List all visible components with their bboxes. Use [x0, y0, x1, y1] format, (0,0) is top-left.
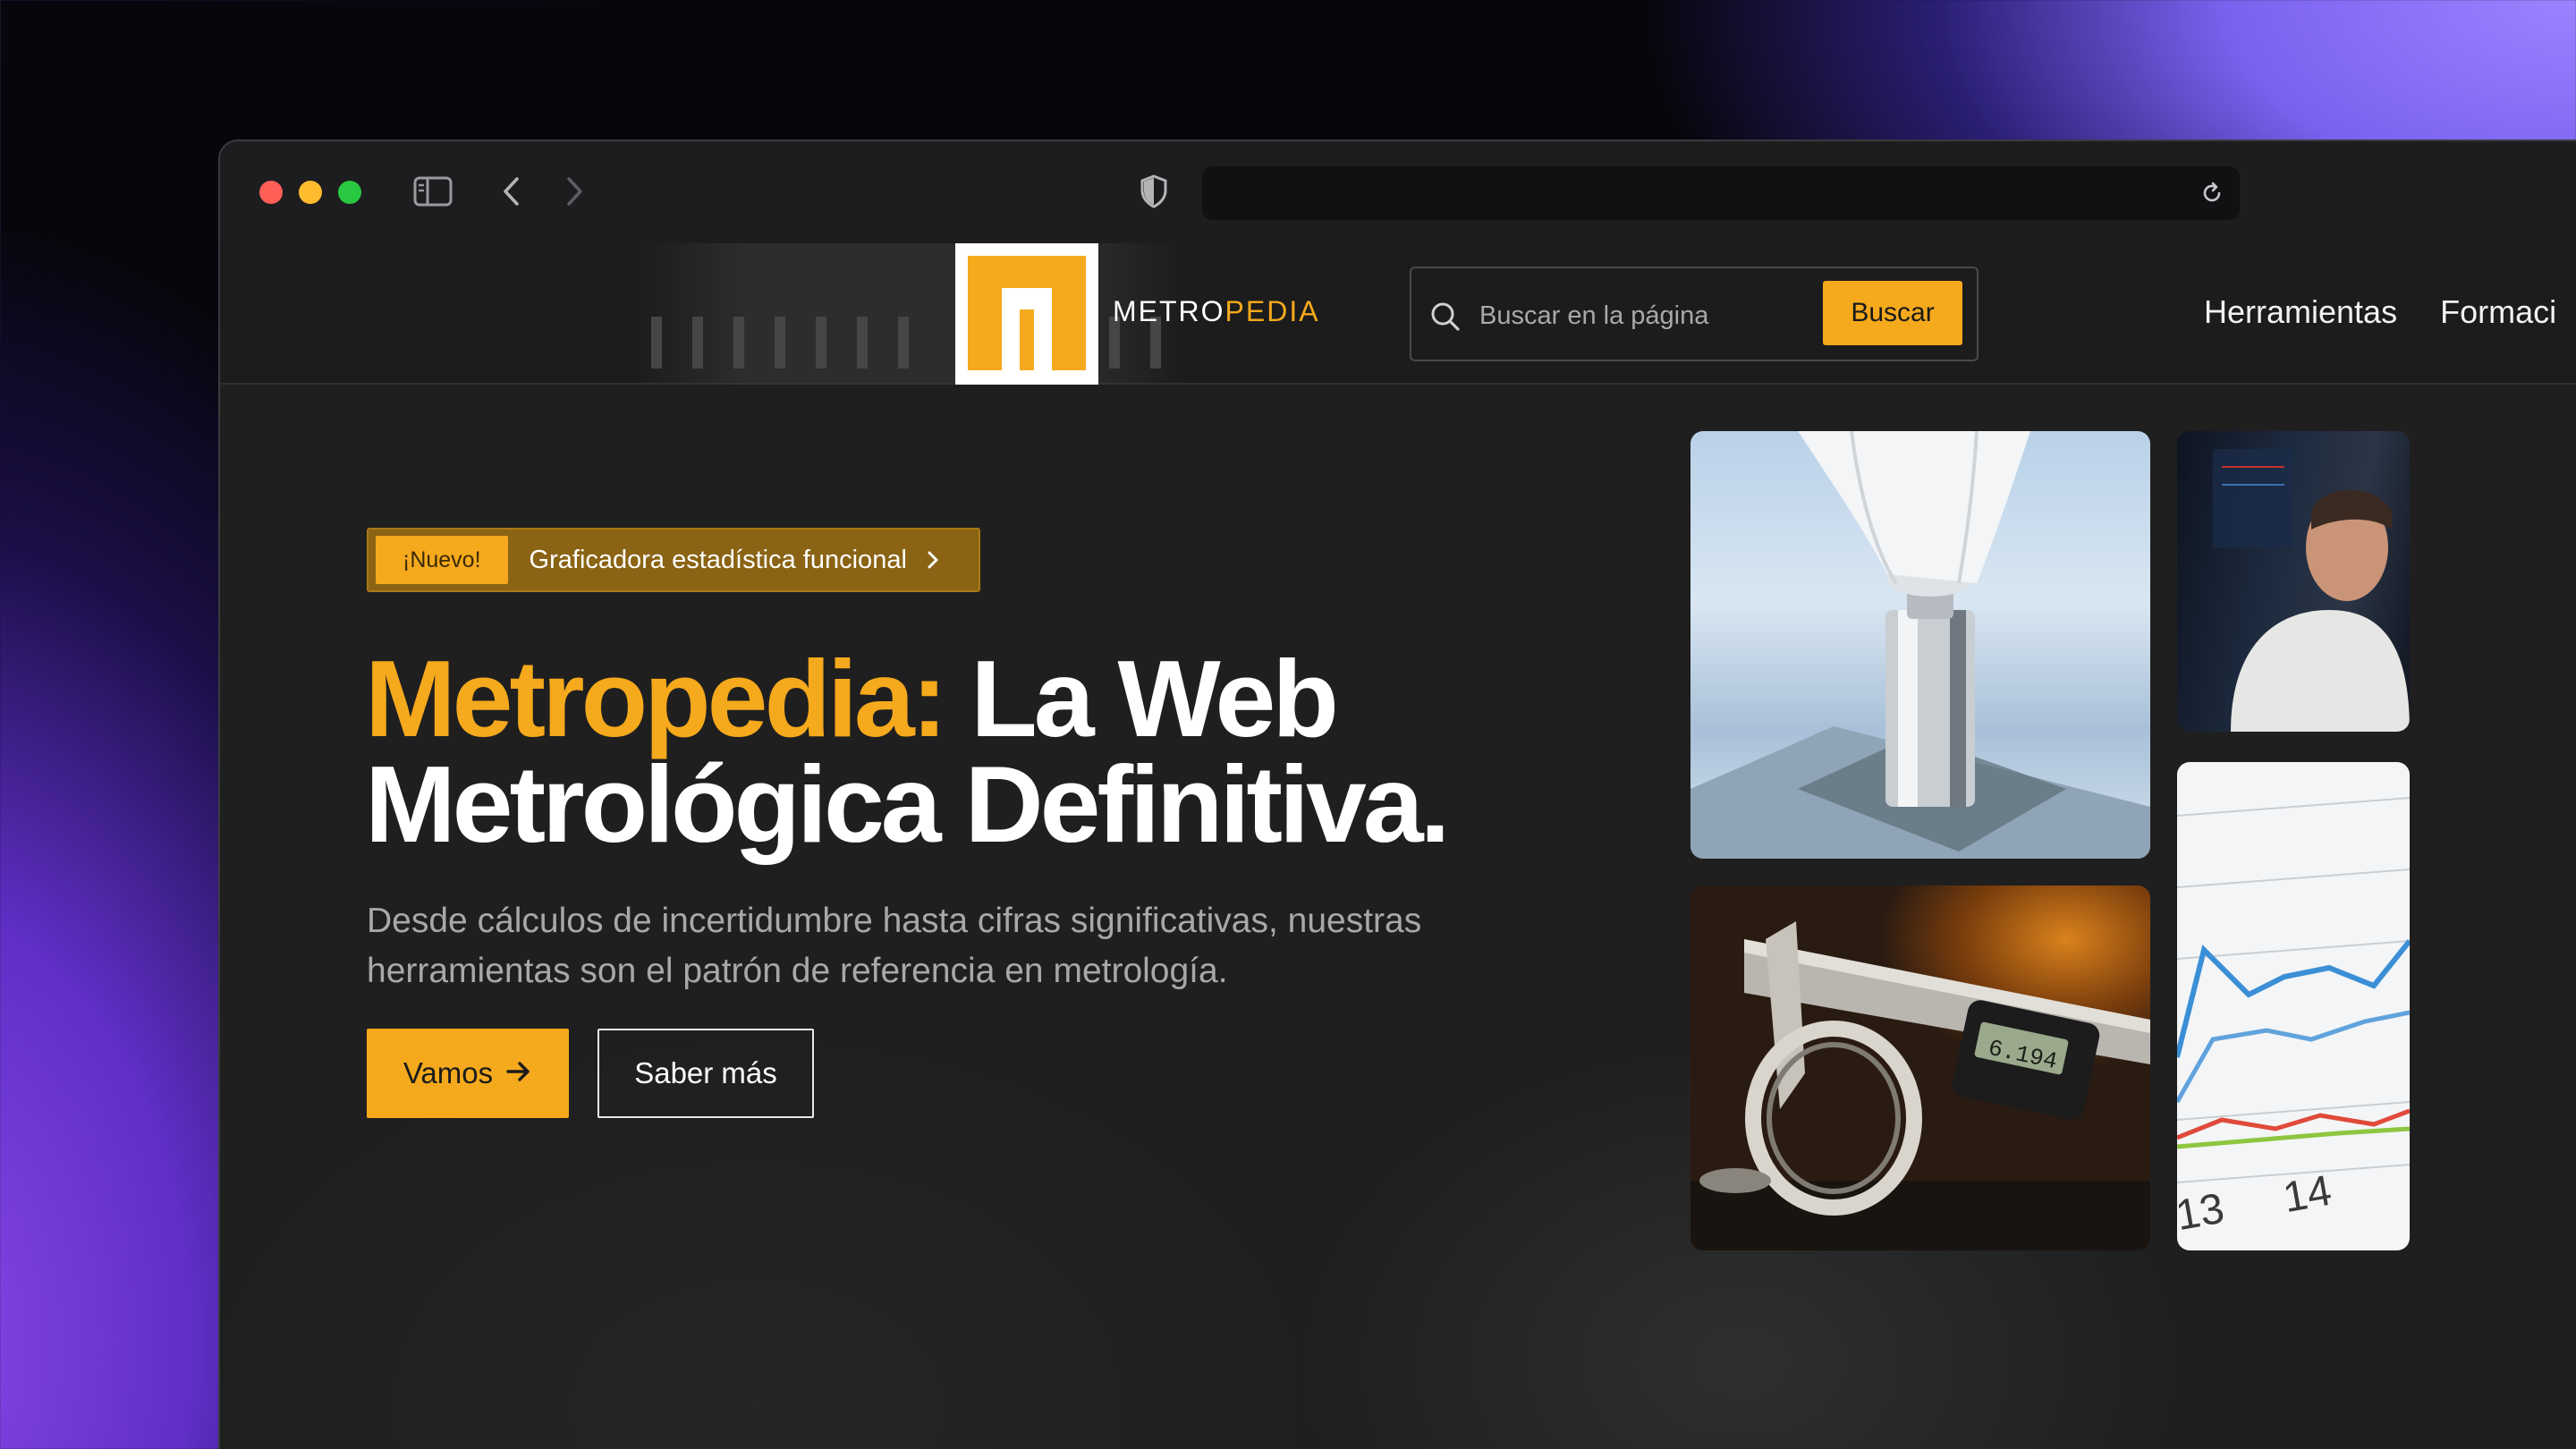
maximize-window-button[interactable]	[338, 181, 361, 204]
calibration-weight-image	[1690, 431, 2150, 859]
shield-icon[interactable]	[1132, 168, 1175, 215]
sidebar-icon[interactable]	[411, 168, 454, 215]
announcement-text: Graficadora estadística funcional	[529, 545, 907, 574]
chevron-left-icon[interactable]	[494, 168, 530, 215]
statistical-chart-image: 13 14	[2177, 762, 2410, 1250]
close-window-button[interactable]	[259, 181, 283, 204]
chevron-right-icon[interactable]	[556, 168, 592, 215]
vamos-button-label: Vamos	[402, 1056, 494, 1089]
vamos-button[interactable]: Vamos	[367, 1029, 569, 1118]
technician-image	[2177, 431, 2410, 732]
reload-icon[interactable]	[2197, 178, 2227, 208]
hero-section: ¡Nuevo! Graficadora estadística funciona…	[220, 243, 2576, 1449]
web-page: METROPEDIA Buscar Herramientas Formaci	[220, 243, 2576, 1449]
hero-title: Metropedia: La Web Metrológica Definitiv…	[365, 644, 1707, 859]
new-badge: ¡Nuevo!	[376, 536, 508, 584]
minimize-window-button[interactable]	[299, 181, 322, 204]
saber-mas-button[interactable]: Saber más	[597, 1029, 814, 1118]
hero-title-line1: La Web	[944, 638, 1339, 759]
hero-title-line2: Metrológica Definitiva.	[365, 743, 1451, 865]
hero-title-brand: Metropedia:	[365, 638, 947, 759]
browser-window: METROPEDIA Buscar Herramientas Formaci	[218, 140, 2576, 1449]
announcement-banner[interactable]: ¡Nuevo! Graficadora estadística funciona…	[367, 528, 980, 592]
browser-toolbar	[220, 141, 2576, 243]
chart-tick-13: 13	[2177, 1185, 2228, 1240]
address-bar[interactable]	[1202, 166, 2240, 220]
chevron-right-icon	[923, 550, 943, 570]
hero-subtitle: Desde cálculos de incertidumbre hasta ci…	[367, 902, 1422, 990]
arrow-right-icon	[505, 1056, 532, 1090]
chart-tick-14: 14	[2280, 1167, 2335, 1222]
caliper-image: 6.194	[1690, 886, 2150, 1250]
